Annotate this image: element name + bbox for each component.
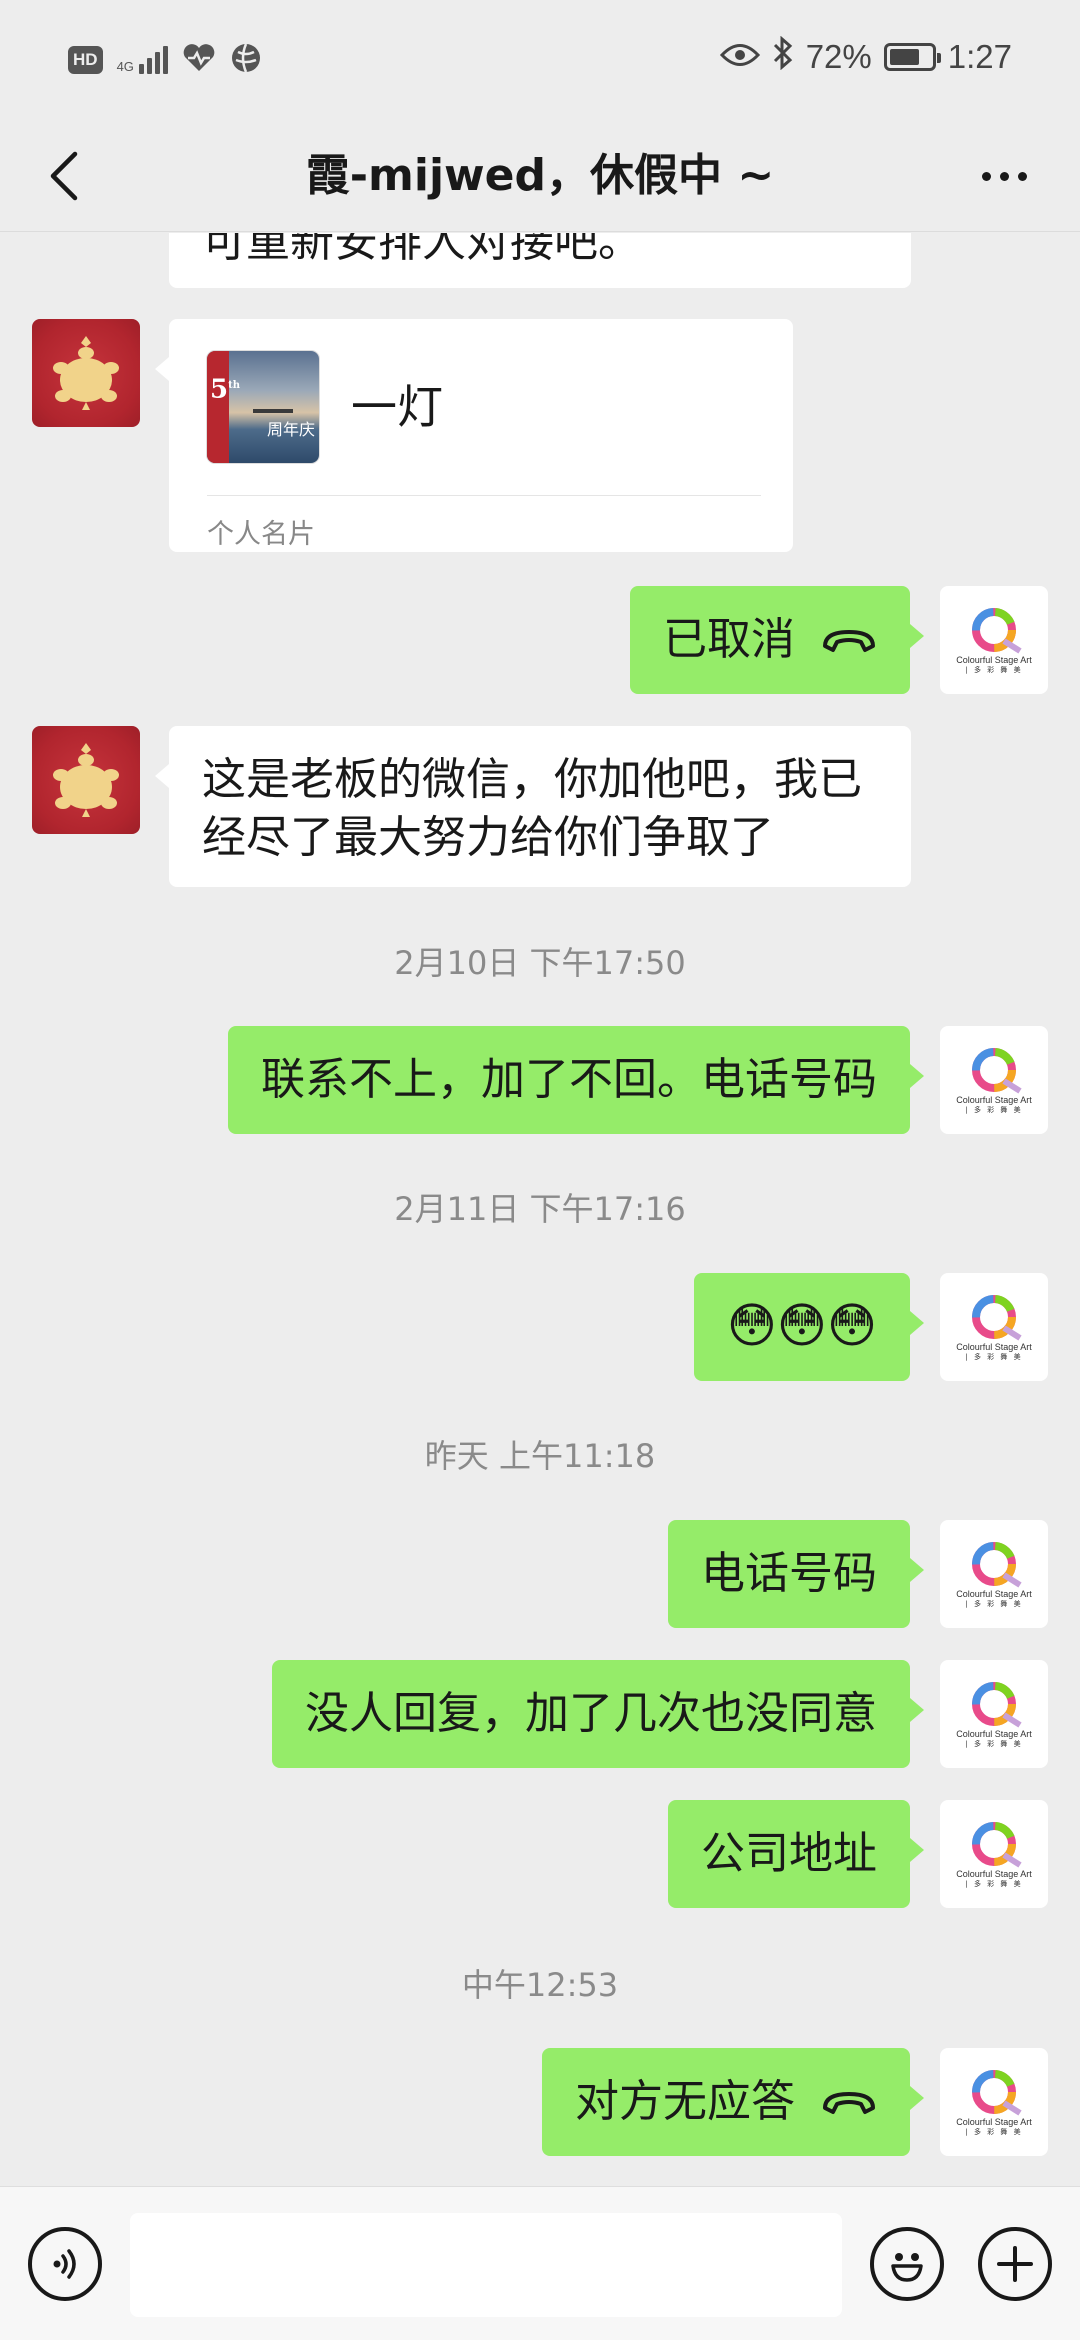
message-bubble-incoming[interactable]: 可重新安排人对接吧。 [169, 233, 911, 288]
emoji-icon[interactable] [870, 2227, 944, 2301]
message-text: 联系不上，加了不回。电话号码 [261, 1054, 877, 1105]
thumbnail-caption: 周年庆 [266, 420, 315, 439]
message-bubble-outgoing[interactable]: 电话号码 [668, 1520, 924, 1628]
voice-icon[interactable] [28, 2227, 102, 2301]
card-badge-suffix: th [228, 380, 240, 391]
colorful-logo-icon [972, 608, 1022, 654]
self-avatar[interactable]: Colourful Stage Art | 多 彩 舞 美 [940, 586, 1048, 694]
self-avatar[interactable]: Colourful Stage Art | 多 彩 舞 美 [940, 1026, 1048, 1134]
contact-card-thumbnail: 5th 周年庆 [207, 351, 319, 463]
network-type-label: 4G [116, 59, 134, 74]
self-avatar[interactable]: Colourful Stage Art | 多 彩 舞 美 [940, 2048, 1048, 2156]
avatar-text: Colourful Stage Art [956, 1869, 1032, 1879]
health-icon [182, 43, 216, 77]
contact-avatar[interactable] [32, 726, 140, 834]
hd-icon: HD [68, 46, 103, 74]
message-bubble-outgoing[interactable]: 没人回复，加了几次也没同意 [272, 1660, 924, 1768]
colorful-logo-icon [972, 1542, 1022, 1588]
self-avatar[interactable]: Colourful Stage Art | 多 彩 舞 美 [940, 1660, 1048, 1768]
message-text: 这是老板的微信，你加他吧，我已经尽了最大努力给你们争取了 [202, 754, 862, 863]
contact-avatar[interactable] [32, 319, 140, 427]
chat-title: 霞-mijwed，休假中 ~ [305, 150, 775, 201]
timestamp: 2月10日 下午17:50 [394, 944, 686, 982]
bluetooth-icon [772, 35, 794, 78]
plus-icon[interactable] [978, 2227, 1052, 2301]
battery-icon [883, 43, 941, 71]
contact-card-name: 一灯 [351, 380, 443, 434]
avatar-text: Colourful Stage Art [956, 2117, 1032, 2127]
avatar-subtext: | 多 彩 舞 美 [965, 1353, 1023, 1361]
timestamp: 中午12:53 [461, 1966, 619, 2004]
call-record-bubble-outgoing[interactable]: 对方无应答 [542, 2048, 924, 2156]
message-text: 电话号码 [701, 1548, 877, 1599]
avatar-subtext: | 多 彩 舞 美 [965, 666, 1023, 674]
self-avatar[interactable]: Colourful Stage Art | 多 彩 舞 美 [940, 1520, 1048, 1628]
message-list[interactable]: 可重新安排人对接吧。 5th 周年庆 一灯 个人名片 已取消 Colourful… [0, 233, 1080, 2185]
message-text: 可重新安排人对接吧。 [202, 233, 642, 267]
avatar-text: Colourful Stage Art [956, 655, 1032, 665]
avatar-text: Colourful Stage Art [956, 1342, 1032, 1352]
turtle-logo-icon [53, 336, 119, 410]
timestamp: 昨天 上午11:18 [424, 1437, 656, 1475]
emoji-message: 😳😳😳 [726, 1298, 877, 1354]
message-bubble-incoming[interactable]: 这是老板的微信，你加他吧，我已经尽了最大努力给你们争取了 [155, 726, 911, 887]
phone-hangup-icon [823, 2092, 875, 2114]
avatar-subtext: | 多 彩 舞 美 [965, 1106, 1023, 1114]
turtle-logo-icon [53, 743, 119, 817]
card-badge: 5 [210, 374, 229, 405]
colorful-logo-icon [972, 2070, 1022, 2116]
call-record-bubble-outgoing[interactable]: 已取消 [630, 586, 924, 694]
eye-icon [719, 38, 760, 76]
status-right: 72% 1:27 [719, 35, 1012, 78]
input-bar [0, 2186, 1080, 2340]
status-bar: HD 4G 72% 1:27 [0, 0, 1080, 120]
message-bubble-outgoing[interactable]: 联系不上，加了不回。电话号码 [228, 1026, 924, 1134]
avatar-text: Colourful Stage Art [956, 1095, 1032, 1105]
more-icon[interactable] [968, 144, 1040, 208]
colorful-logo-icon [972, 1682, 1022, 1728]
avatar-text: Colourful Stage Art [956, 1589, 1032, 1599]
message-text: 没人回复，加了几次也没同意 [305, 1688, 877, 1739]
message-bubble-outgoing[interactable]: 公司地址 [668, 1800, 924, 1908]
avatar-subtext: | 多 彩 舞 美 [965, 1740, 1023, 1748]
message-text: 公司地址 [701, 1828, 877, 1879]
contact-card-footer: 个人名片 [207, 519, 315, 550]
card-divider [207, 495, 761, 496]
avatar-subtext: | 多 彩 舞 美 [965, 2128, 1023, 2136]
chat-header: 霞-mijwed，休假中 ~ [0, 120, 1080, 232]
avatar-subtext: | 多 彩 舞 美 [965, 1880, 1023, 1888]
avatar-text: Colourful Stage Art [956, 1729, 1032, 1739]
self-avatar[interactable]: Colourful Stage Art | 多 彩 舞 美 [940, 1800, 1048, 1908]
avatar-subtext: | 多 彩 舞 美 [965, 1600, 1023, 1608]
message-text: 对方无应答 [575, 2076, 795, 2127]
message-bubble-outgoing[interactable]: 😳😳😳 [693, 1273, 925, 1381]
timestamp: 2月11日 下午17:16 [394, 1190, 686, 1228]
message-text: 已取消 [663, 614, 795, 665]
colorful-logo-icon [972, 1822, 1022, 1868]
status-left: HD 4G [68, 42, 262, 78]
contact-card[interactable]: 5th 周年庆 一灯 个人名片 [155, 319, 793, 552]
battery-percent: 72% [805, 38, 872, 75]
message-input[interactable] [130, 2213, 842, 2317]
phone-hangup-icon [823, 630, 875, 652]
self-avatar[interactable]: Colourful Stage Art | 多 彩 舞 美 [940, 1273, 1048, 1381]
signal-icon: 4G [117, 46, 168, 74]
colorful-logo-icon [972, 1048, 1022, 1094]
clock: 1:27 [947, 38, 1012, 75]
vpn-icon [230, 42, 262, 78]
colorful-logo-icon [972, 1295, 1022, 1341]
